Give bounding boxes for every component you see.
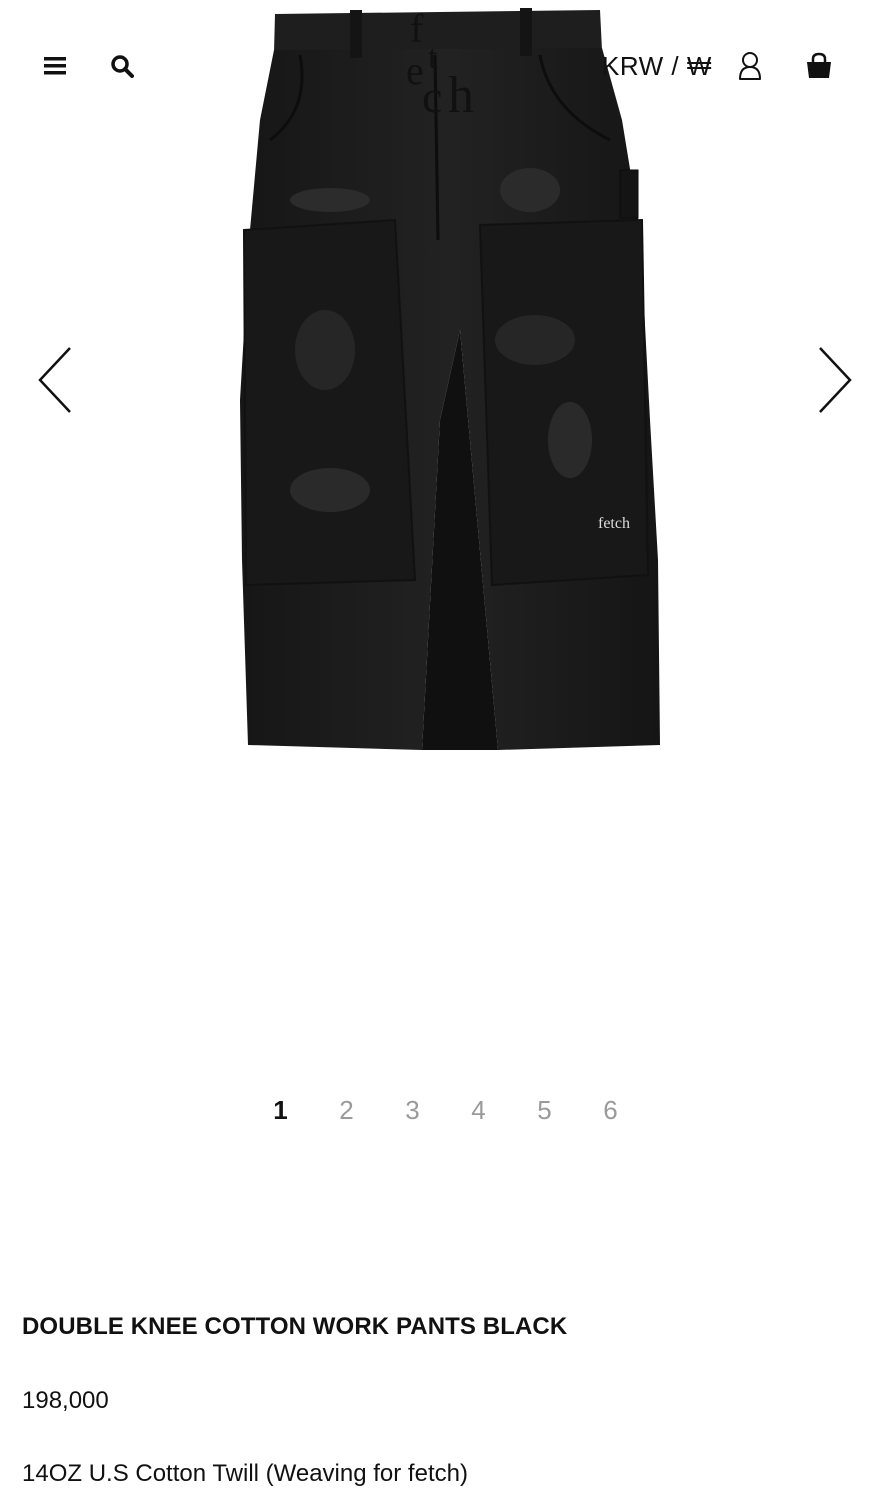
product-description: 14OZ U.S Cotton Twill (Weaving for fetch… [22,1460,468,1487]
shopping-bag-icon [807,52,831,78]
page-indicator-6[interactable]: 6 [578,1090,644,1130]
currency-selector[interactable]: KRW / ₩ [602,50,712,82]
product-gallery: fetch [0,0,891,1060]
search-icon [111,55,134,78]
product-title: DOUBLE KNEE COTTON WORK PANTS BLACK [22,1313,568,1340]
chevron-right-icon [819,347,852,413]
hamburger-menu-icon [44,57,66,75]
page-indicator-5[interactable]: 5 [512,1090,578,1130]
brand-logo[interactable]: f t e c h [402,6,498,118]
cart-button[interactable] [801,48,837,84]
previous-image-button[interactable] [30,340,80,420]
menu-button[interactable] [40,50,70,82]
pagination-list: 123456 [248,1090,644,1130]
page-indicator-1[interactable]: 1 [248,1090,314,1130]
chevron-left-icon [38,347,71,413]
svg-text:f: f [410,6,424,51]
page-indicator-2[interactable]: 2 [314,1090,380,1130]
search-button[interactable] [106,50,138,82]
svg-text:h: h [448,67,474,118]
account-button[interactable] [733,48,767,84]
product-price: 198,000 [22,1387,109,1414]
page-indicator-4[interactable]: 4 [446,1090,512,1130]
user-icon [739,52,761,80]
embroidery-logo: fetch [598,515,630,532]
image-pagination: 123456 [0,1090,891,1130]
svg-text:c: c [422,71,442,118]
page-indicator-3[interactable]: 3 [380,1090,446,1130]
next-image-button[interactable] [810,340,860,420]
site-header: f t e c h KRW / ₩ [0,0,891,130]
